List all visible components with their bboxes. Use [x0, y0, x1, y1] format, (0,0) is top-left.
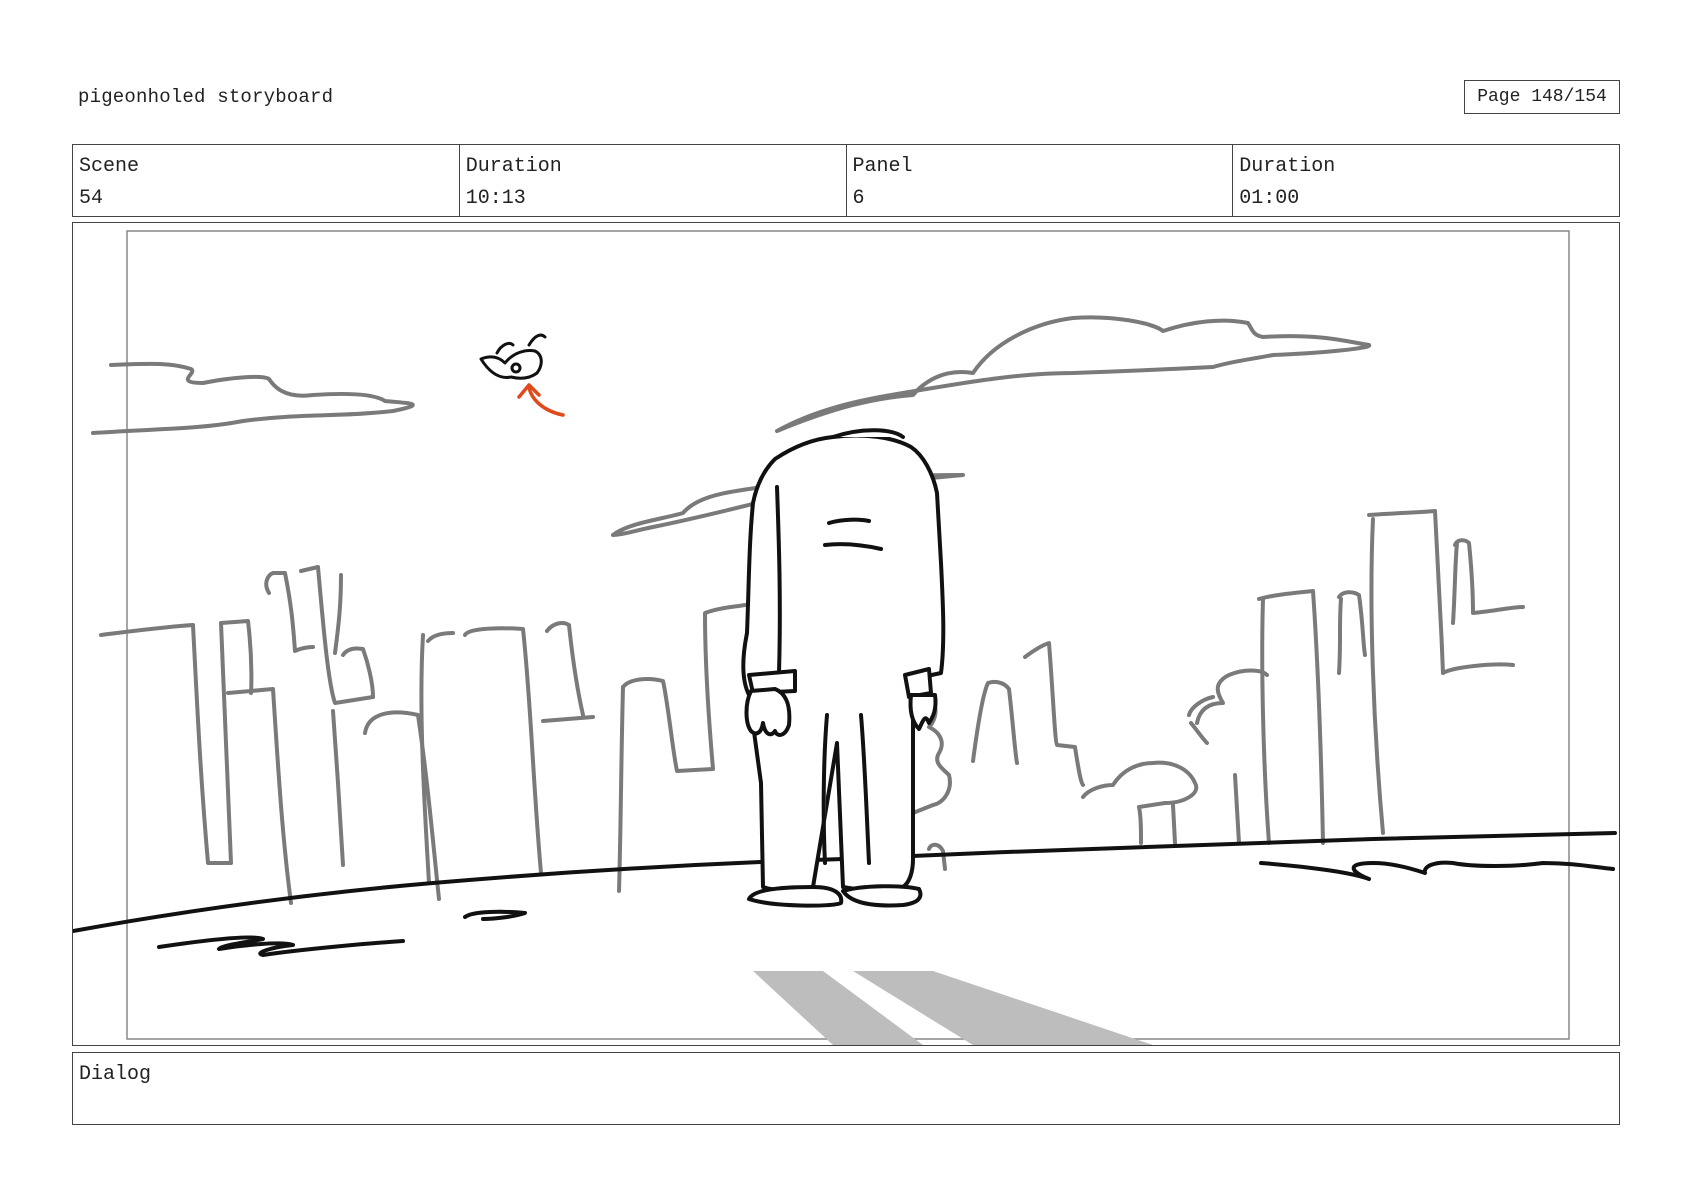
clouds	[91, 315, 1372, 537]
scene-value: 54	[79, 187, 104, 210]
panel-label: Panel	[852, 155, 913, 178]
panel-duration-value: 01:00	[1239, 187, 1300, 210]
dialog-label: Dialog	[79, 1063, 152, 1086]
figure-shadow	[753, 971, 1153, 1045]
panel-duration-label: Duration	[1239, 155, 1336, 178]
skyline-right	[897, 509, 1525, 871]
scene-duration-value: 10:13	[465, 187, 526, 210]
scene-duration-label: Duration	[465, 155, 562, 178]
pigeon	[479, 333, 547, 380]
scene-cell: Scene 54	[73, 145, 460, 216]
panel-value: 6	[852, 187, 865, 210]
document-title: pigeonholed storyboard	[78, 86, 334, 108]
page-indicator: Page 148/154	[1464, 80, 1620, 114]
standing-figure	[741, 428, 946, 908]
storyboard-panel	[72, 222, 1620, 1046]
skyline-left	[99, 565, 747, 905]
scene-label: Scene	[79, 155, 140, 178]
meta-table: Scene 54 Duration 10:13 Panel 6 Duration…	[72, 144, 1620, 217]
dialog-box: Dialog	[72, 1052, 1620, 1125]
scene-duration-cell: Duration 10:13	[460, 145, 847, 216]
panel-duration-cell: Duration 01:00	[1233, 145, 1619, 216]
panel-cell: Panel 6	[847, 145, 1234, 216]
panel-sketch	[73, 230, 1617, 1045]
